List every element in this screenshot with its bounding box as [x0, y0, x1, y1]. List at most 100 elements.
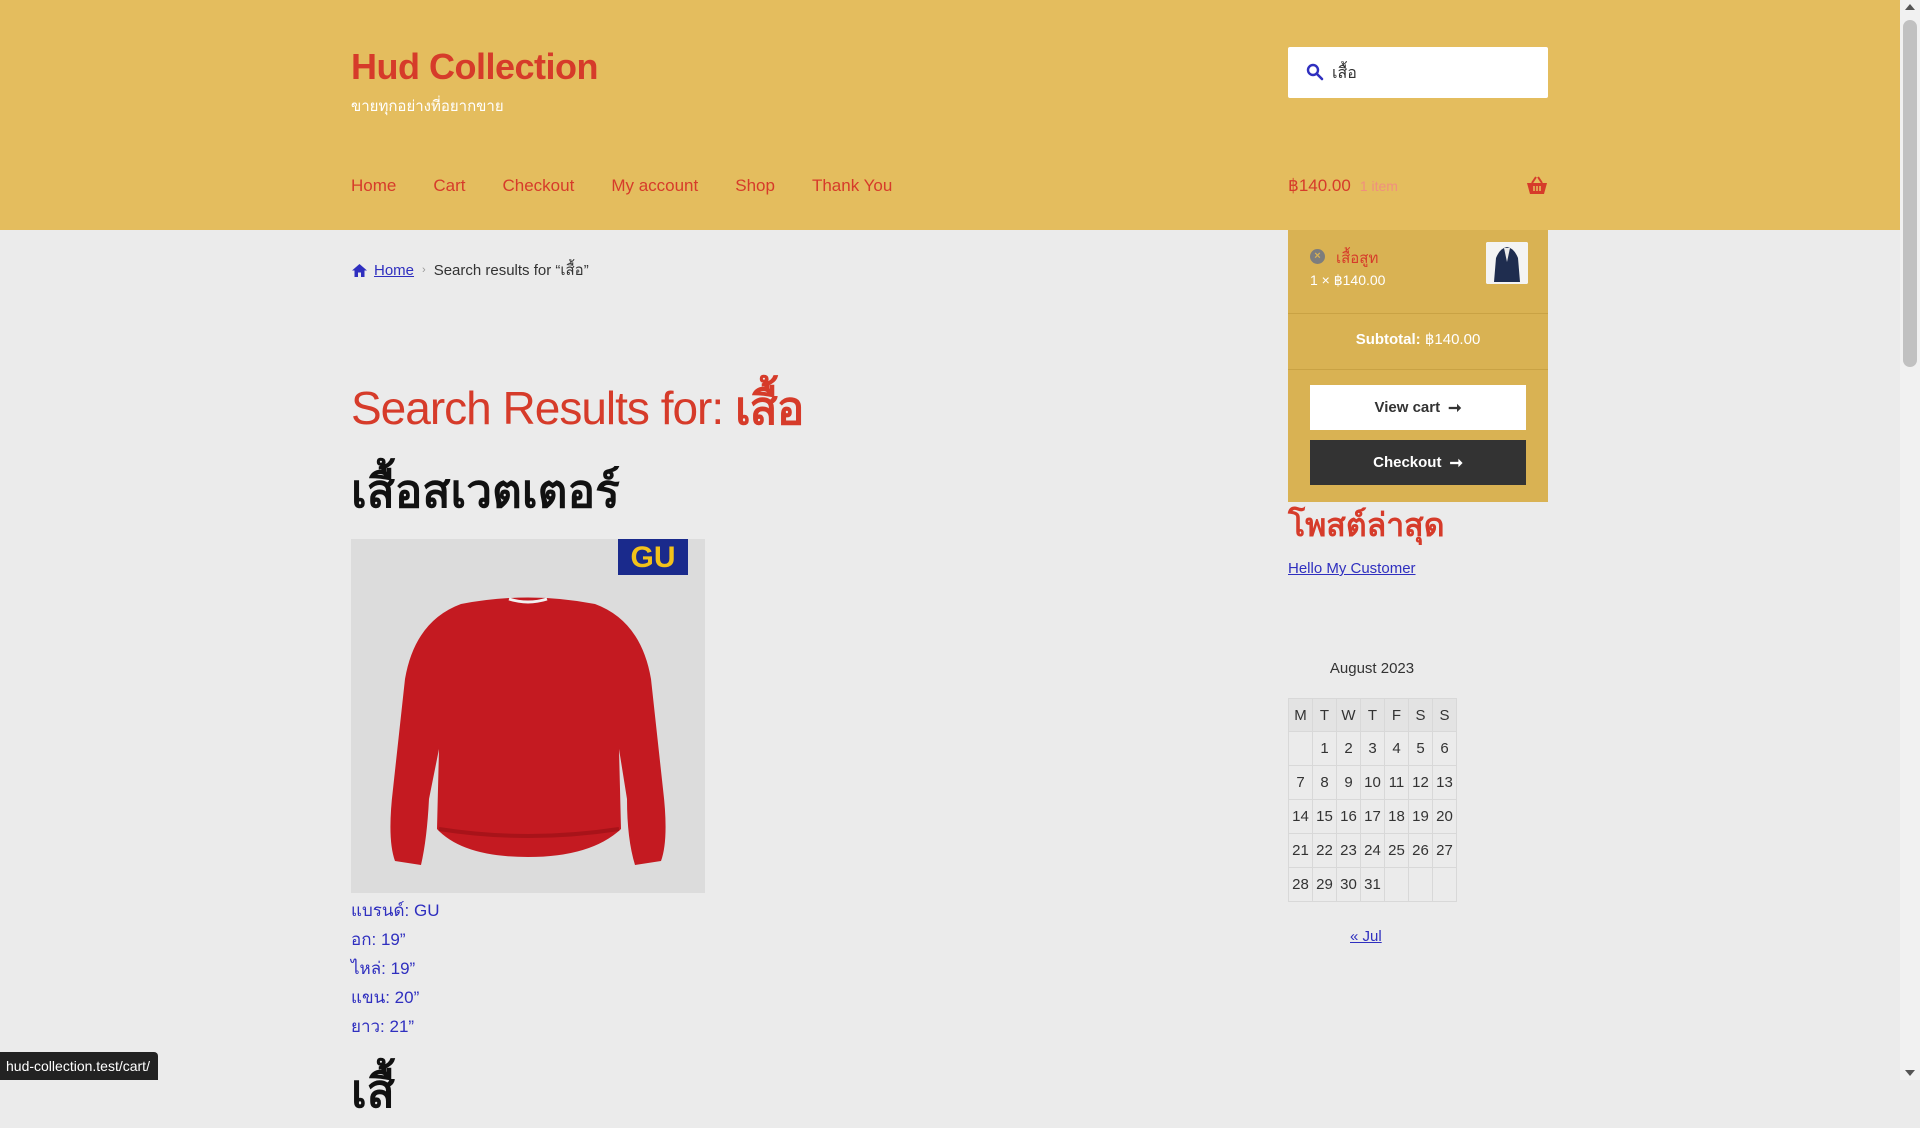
header-cart[interactable]: ฿140.00 1 item — [1288, 176, 1548, 196]
calendar-week: 123456 — [1288, 731, 1457, 766]
search-input[interactable] — [1330, 57, 1539, 89]
calendar-day: 24 — [1360, 833, 1385, 868]
calendar-day: 5 — [1408, 731, 1433, 766]
cart-amount: ฿140.00 — [1288, 176, 1351, 195]
basket-icon — [1527, 176, 1547, 194]
calendar-day: 8 — [1312, 765, 1337, 800]
calendar-caption: August 2023 — [1329, 660, 1415, 677]
calendar-day: 3 — [1360, 731, 1385, 766]
calendar-week: 28 29 30 31 — [1288, 867, 1457, 902]
next-product-title[interactable]: เสื้ — [351, 1055, 395, 1128]
calendar-day: 12 — [1408, 765, 1433, 800]
calendar-day — [1432, 867, 1457, 902]
calendar-day: 10 — [1360, 765, 1385, 800]
product-title[interactable]: เสื้อสเวตเตอร์ — [351, 455, 620, 528]
calendar-day-header: S — [1432, 698, 1457, 732]
spec-row: แบรนด์: GU — [351, 901, 440, 920]
calendar-day-header: W — [1336, 698, 1361, 732]
recent-post-link[interactable]: Hello My Customer — [1288, 560, 1416, 577]
breadcrumb-home-link[interactable]: Home — [374, 262, 414, 279]
calendar-day: 31 — [1360, 867, 1385, 902]
calendar-week: 21 22 23 24 25 26 27 — [1288, 833, 1457, 868]
checkout-label: Checkout — [1373, 454, 1442, 471]
product-specs: แบรนด์: GU อก: 19” ไหล่: 19” แขน: 20” ยา… — [351, 896, 440, 1041]
calendar-day — [1384, 867, 1409, 902]
nav-item-home[interactable]: Home — [351, 176, 396, 196]
calendar-day-header: M — [1288, 698, 1313, 732]
view-cart-label: View cart — [1374, 399, 1441, 416]
calendar-day: 21 — [1288, 833, 1313, 868]
gu-logo-text: GU — [631, 541, 676, 574]
remove-icon[interactable]: × — [1310, 249, 1325, 264]
breadcrumb-current: Search results for “เสื้อ” — [433, 262, 589, 279]
mini-cart-item-thumbnail[interactable] — [1486, 242, 1528, 284]
calendar-day: 7 — [1288, 765, 1313, 800]
divider — [1288, 313, 1548, 314]
calendar-day — [1288, 731, 1313, 766]
page-title-query: เสื้อ — [734, 382, 804, 434]
calendar-day: 14 — [1288, 799, 1313, 834]
status-bar-url: hud-collection.test/cart/ — [0, 1052, 158, 1080]
calendar-day-header: T — [1360, 698, 1385, 732]
scroll-down-arrow-icon[interactable] — [1905, 1070, 1915, 1076]
cart-count: 1 item — [1359, 178, 1398, 194]
product-image[interactable]: GU — [351, 539, 705, 893]
calendar-day: 13 — [1432, 765, 1457, 800]
site-tagline: ขายทุกอย่างที่อยากขาย — [351, 98, 504, 115]
chevron-right-icon: › — [422, 264, 426, 276]
scroll-up-arrow-icon[interactable] — [1905, 4, 1915, 10]
calendar-day: 16 — [1336, 799, 1361, 834]
calendar-day — [1408, 867, 1433, 902]
view-cart-button[interactable]: View cart ➞ — [1310, 385, 1526, 430]
calendar-day: 25 — [1384, 833, 1409, 868]
mini-cart-item: × เสื้อสูท 1 × ฿140.00 — [1310, 242, 1528, 304]
mini-cart-item-name[interactable]: เสื้อสูท — [1336, 246, 1378, 270]
page-title: Search Results for: เสื้อ — [351, 372, 804, 445]
spec-row: ยาว: 21” — [351, 1017, 415, 1036]
calendar-day: 17 — [1360, 799, 1385, 834]
page-scrollbar[interactable] — [1900, 0, 1920, 1080]
calendar-week: 14 15 16 17 18 19 20 — [1288, 799, 1457, 834]
arrow-right-icon: ➞ — [1448, 399, 1462, 417]
nav-item-my-account[interactable]: My account — [611, 176, 698, 196]
calendar-day: 22 — [1312, 833, 1337, 868]
calendar-day: 28 — [1288, 867, 1313, 902]
spec-row: แขน: 20” — [351, 988, 420, 1007]
search-icon — [1306, 63, 1324, 81]
calendar-day: 2 — [1336, 731, 1361, 766]
recent-posts-title: โพสต์ล่าสุด — [1288, 507, 1445, 543]
mini-cart-subtotal: Subtotal: ฿140.00 — [1288, 330, 1548, 348]
checkout-button[interactable]: Checkout ➞ — [1310, 440, 1526, 485]
calendar-day: 26 — [1408, 833, 1433, 868]
primary-nav: Home Cart Checkout My account Shop Thank… — [351, 176, 929, 196]
nav-item-thank-you[interactable]: Thank You — [812, 176, 892, 196]
calendar-header-row: M T W T F S S — [1288, 698, 1457, 732]
spec-row: ไหล่: 19” — [351, 959, 416, 978]
divider — [1288, 369, 1548, 370]
nav-item-cart[interactable]: Cart — [433, 176, 465, 196]
calendar-week: 7 8 9 10 11 12 13 — [1288, 765, 1457, 800]
calendar-day: 18 — [1384, 799, 1409, 834]
calendar-prev-month-link[interactable]: « Jul — [1350, 928, 1382, 945]
calendar-day-header: T — [1312, 698, 1337, 732]
calendar-day: 4 — [1384, 731, 1409, 766]
calendar-day-header: S — [1408, 698, 1433, 732]
calendar-day: 15 — [1312, 799, 1337, 834]
mini-cart-dropdown: × เสื้อสูท 1 × ฿140.00 Subtotal: ฿140.00… — [1288, 230, 1548, 502]
calendar-day: 23 — [1336, 833, 1361, 868]
site-header: Hud Collection ขายทุกอย่างที่อยากขาย Hom… — [0, 0, 1900, 230]
search-box[interactable] — [1288, 47, 1548, 98]
scrollbar-thumb[interactable] — [1903, 20, 1917, 367]
calendar-day: 27 — [1432, 833, 1457, 868]
calendar-day: 1 — [1312, 731, 1337, 766]
calendar-day: 19 — [1408, 799, 1433, 834]
spec-row: อก: 19” — [351, 930, 406, 949]
page-title-prefix: Search Results for: — [351, 382, 724, 434]
arrow-right-icon: ➞ — [1449, 454, 1463, 472]
nav-item-checkout[interactable]: Checkout — [502, 176, 574, 196]
calendar-table: M T W T F S S 123456 7 8 9 10 11 12 13 14 15 16 1… — [1288, 698, 1457, 902]
calendar-day: 20 — [1432, 799, 1457, 834]
home-icon — [352, 263, 367, 277]
nav-item-shop[interactable]: Shop — [735, 176, 775, 196]
site-title[interactable]: Hud Collection — [351, 46, 599, 88]
